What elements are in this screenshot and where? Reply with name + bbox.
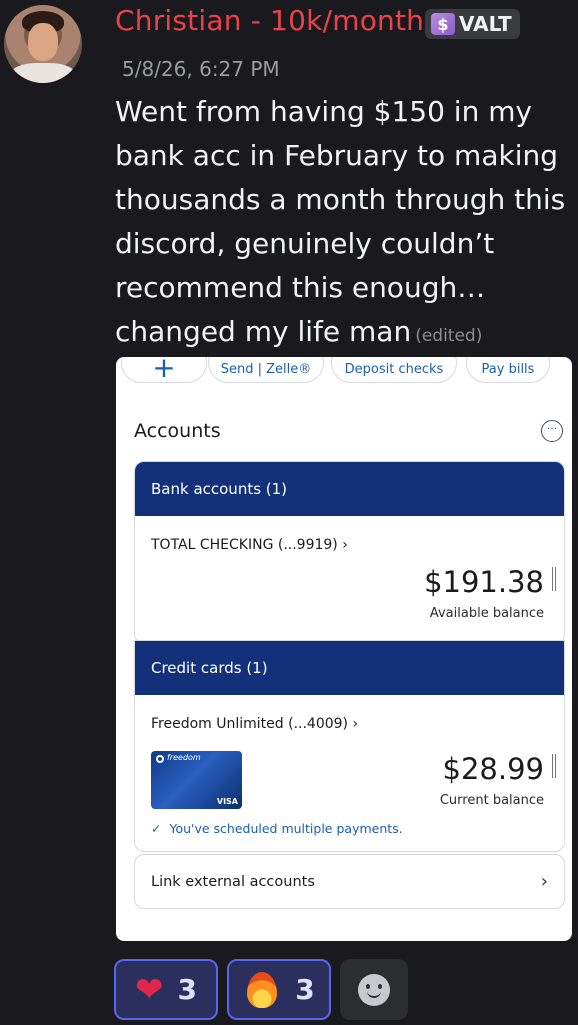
credit-cards-panel: Credit cards (1) Freedom Unlimited (...4… (134, 640, 565, 852)
reaction-fire[interactable]: 3 (227, 959, 331, 1020)
card-brand: freedom (167, 753, 201, 762)
role-tag[interactable]: $ VALT (425, 9, 520, 39)
fire-icon (243, 970, 281, 1010)
credit-account-name: Freedom Unlimited (...4009) › (151, 716, 359, 732)
reaction-count: 3 (295, 973, 315, 1006)
chevron-right-icon: › (540, 871, 548, 892)
message-line: recommend this enough… (115, 271, 486, 304)
pay-bills-button: Pay bills (466, 357, 550, 383)
add-action-button: + (121, 357, 207, 384)
message-line: changed my life man (115, 315, 412, 348)
author-name[interactable]: Christian - 10k/month (115, 4, 424, 37)
message-body: Went from having $150 in my bank acc in … (115, 90, 570, 358)
credit-card-image: freedom VISA (151, 751, 242, 809)
avatar-shirt (10, 63, 76, 83)
deposit-checks-button: Deposit checks (331, 357, 457, 383)
available-balance-label: Available balance (429, 606, 544, 621)
heart-icon: ❤ (135, 969, 164, 1010)
avatar-face (28, 23, 58, 61)
avatar[interactable] (4, 5, 82, 83)
message-line: Went from having $150 in my (115, 95, 533, 128)
balance-bar-icon (552, 754, 556, 778)
message-line: bank acc in February to making (115, 139, 558, 172)
image-attachment[interactable]: + Send | Zelle® Deposit checks Pay bills… (116, 357, 572, 941)
checking-account-name: TOTAL CHECKING (...9919) › (151, 537, 348, 553)
current-balance-label: Current balance (439, 793, 544, 808)
add-reaction-button[interactable] (340, 959, 408, 1020)
check-icon: ✓ (151, 821, 162, 836)
bank-accounts-panel: Bank accounts (1) TOTAL CHECKING (...991… (134, 461, 565, 644)
card-network: VISA (216, 797, 238, 806)
credit-balance: $28.99 (442, 752, 544, 786)
more-options-icon: ··· (541, 420, 563, 442)
edited-label: (edited) (415, 326, 483, 346)
balance-bar-icon (552, 567, 556, 591)
accounts-title: Accounts (134, 420, 221, 442)
scheduled-payments-note: ✓ You've scheduled multiple payments. (151, 821, 403, 836)
reaction-count: 3 (177, 973, 197, 1006)
role-tag-label: VALT (459, 12, 512, 36)
message-timestamp[interactable]: 5/8/26, 6:27 PM (122, 57, 280, 81)
checking-balance: $191.38 (424, 565, 544, 599)
bank-logo-icon (156, 755, 164, 763)
reaction-heart[interactable]: ❤ 3 (114, 959, 218, 1020)
message-line: thousands a month through this (115, 183, 566, 216)
role-tag-icon: $ (431, 13, 455, 35)
credit-cards-header: Credit cards (1) (135, 641, 564, 695)
message-line-last: changed my life man (edited) (115, 310, 570, 358)
reaction-bar: ❤ 3 3 (114, 959, 408, 1020)
message-line: discord, genuinely couldn’t (115, 227, 495, 260)
link-external-accounts: Link external accounts › (134, 854, 565, 909)
bank-accounts-header: Bank accounts (1) (135, 462, 564, 516)
send-zelle-button: Send | Zelle® (208, 357, 324, 383)
smiley-icon (358, 973, 390, 1006)
link-external-label: Link external accounts (151, 873, 315, 890)
scheduled-note-text: You've scheduled multiple payments. (169, 821, 403, 836)
